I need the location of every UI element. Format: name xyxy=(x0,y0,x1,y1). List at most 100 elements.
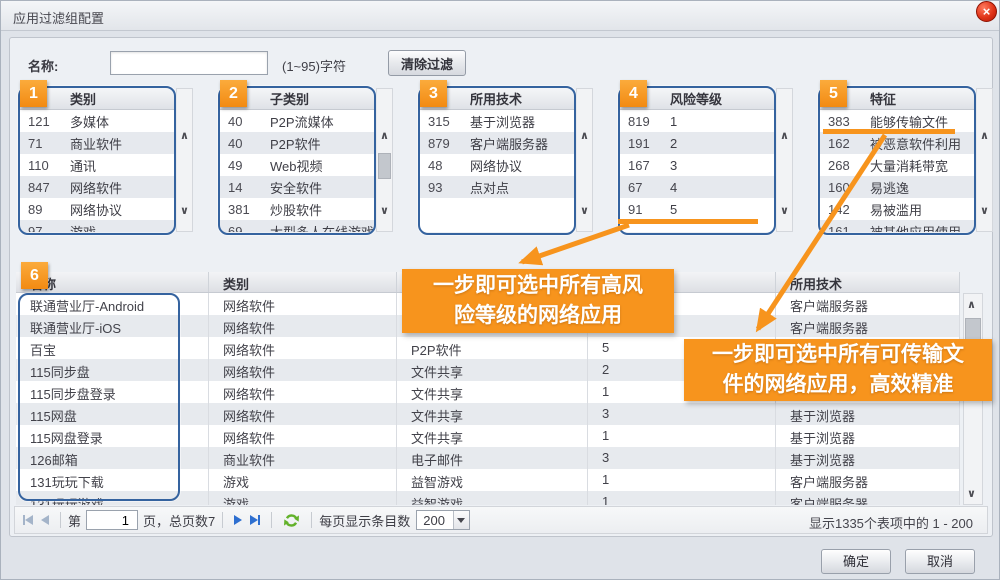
list-item[interactable]: 89网络协议 xyxy=(20,198,174,220)
cell: 多媒体 xyxy=(62,112,109,131)
page-number-input[interactable] xyxy=(86,510,138,530)
list-item[interactable]: 49Web视频 xyxy=(220,154,374,176)
subcategory-list: 子类别 40P2P流媒体40P2P软件49Web视频14安全软件381炒股软件6… xyxy=(220,88,374,232)
cell: 网络软件 xyxy=(209,293,397,315)
list-item[interactable]: 142易被滥用 xyxy=(820,198,974,220)
list-item[interactable]: 14安全软件 xyxy=(220,176,374,198)
cell: 91 xyxy=(620,202,662,217)
cell: P2P软件 xyxy=(397,337,588,359)
column-header-category[interactable]: 类别 xyxy=(209,272,397,292)
list-item[interactable]: 71商业软件 xyxy=(20,132,174,154)
title-bar: 应用过滤组配置 xyxy=(1,1,1000,31)
cell: 文件共享 xyxy=(397,425,588,447)
list-item[interactable]: 97游戏 xyxy=(20,220,174,232)
scroll-down-icon[interactable] xyxy=(977,204,992,217)
per-page-select[interactable]: 200 xyxy=(416,510,470,530)
table-row[interactable]: 131玩玩游戏游戏益智游戏1客户端服务器 xyxy=(16,491,960,505)
cancel-button[interactable]: 取消 xyxy=(905,549,975,574)
list-item[interactable]: 8191 xyxy=(620,110,774,132)
scroll-up-icon[interactable] xyxy=(577,129,592,142)
step-badge-1: 1 xyxy=(20,80,47,107)
cell: 基于浏览器 xyxy=(776,403,960,425)
cell: 1 xyxy=(662,114,677,129)
scroll-down-icon[interactable] xyxy=(777,204,792,217)
cell: 879 xyxy=(420,136,462,151)
cell: 1 xyxy=(588,425,776,447)
cell: 167 xyxy=(620,158,662,173)
list-item[interactable]: 93点对点 xyxy=(420,176,574,198)
scroll-down-icon[interactable] xyxy=(577,204,592,217)
list-item[interactable]: 268大量消耗带宽 xyxy=(820,154,974,176)
cell: 160 xyxy=(820,180,862,195)
scrollbar[interactable] xyxy=(776,88,793,232)
cell: 14 xyxy=(220,180,262,195)
table-row[interactable]: 126邮箱商业软件电子邮件3基于浏览器 xyxy=(16,447,960,469)
list-item[interactable]: 160易逃逸 xyxy=(820,176,974,198)
previous-page-icon[interactable] xyxy=(41,515,49,525)
list-item[interactable]: 110通讯 xyxy=(20,154,174,176)
cell: 点对点 xyxy=(462,178,509,197)
list-item[interactable]: 40P2P软件 xyxy=(220,132,374,154)
cell: P2P软件 xyxy=(262,134,321,153)
cell: 网络协议 xyxy=(462,156,522,175)
scrollbar[interactable] xyxy=(176,88,193,232)
cell: 游戏 xyxy=(209,469,397,491)
table-row[interactable]: 115网盘网络软件文件共享3基于浏览器 xyxy=(16,403,960,425)
clear-filter-button[interactable]: 清除过滤 xyxy=(388,50,466,76)
cell: 网络软件 xyxy=(209,337,397,359)
column-header-technology[interactable]: 所用技术 xyxy=(776,272,960,292)
list-item[interactable]: 879客户端服务器 xyxy=(420,132,574,154)
scroll-down-icon[interactable] xyxy=(177,204,192,217)
cell: 文件共享 xyxy=(397,381,588,403)
callout-text: 件的网络应用，高效精准 xyxy=(684,370,992,400)
scrollbar[interactable] xyxy=(976,88,993,232)
scroll-up-icon[interactable] xyxy=(177,129,192,142)
list-item[interactable]: 383能够传输文件 xyxy=(820,110,974,132)
cell: P2P流媒体 xyxy=(262,112,334,131)
list-item[interactable]: 69大型多人在线游戏 xyxy=(220,220,374,232)
ok-button[interactable]: 确定 xyxy=(821,549,891,574)
scroll-down-icon[interactable] xyxy=(964,487,979,500)
list-item[interactable]: 40P2P流媒体 xyxy=(220,110,374,132)
list-item[interactable]: 915 xyxy=(620,198,774,220)
close-icon[interactable] xyxy=(976,1,997,22)
list-item[interactable]: 1673 xyxy=(620,154,774,176)
list-item[interactable]: 162被恶意软件利用 xyxy=(820,132,974,154)
scroll-thumb[interactable] xyxy=(378,153,391,179)
list-item[interactable]: 315基于浏览器 xyxy=(420,110,574,132)
step-badge-5: 5 xyxy=(820,80,847,107)
name-input[interactable] xyxy=(110,51,268,75)
list-item[interactable]: 674 xyxy=(620,176,774,198)
cell: 被其他应用使用 xyxy=(862,222,961,233)
first-page-icon[interactable] xyxy=(23,515,33,525)
list-item[interactable]: 48网络协议 xyxy=(420,154,574,176)
list-item[interactable]: 161被其他应用使用 xyxy=(820,220,974,232)
table-row[interactable]: 131玩玩下载游戏益智游戏1客户端服务器 xyxy=(16,469,960,491)
scroll-up-icon[interactable] xyxy=(964,298,979,311)
cell: 基于浏览器 xyxy=(776,447,960,469)
scrollbar[interactable] xyxy=(376,88,393,232)
last-page-icon[interactable] xyxy=(250,515,260,525)
cell: 网络软件 xyxy=(209,381,397,403)
cell: 142 xyxy=(820,202,862,217)
scroll-up-icon[interactable] xyxy=(977,129,992,142)
chevron-down-icon[interactable] xyxy=(453,511,469,529)
list-item[interactable]: 847网络软件 xyxy=(20,176,174,198)
scroll-up-icon[interactable] xyxy=(777,129,792,142)
table-row[interactable]: 115网盘登录网络软件文件共享1基于浏览器 xyxy=(16,425,960,447)
scroll-up-icon[interactable] xyxy=(377,129,392,142)
next-page-icon[interactable] xyxy=(234,515,242,525)
list-item[interactable]: 381炒股软件 xyxy=(220,198,374,220)
callout-text: 一步即可选中所有可传输文 xyxy=(684,340,992,370)
list-item[interactable]: 121多媒体 xyxy=(20,110,174,132)
cell: 67 xyxy=(620,180,662,195)
cell: 131玩玩下载 xyxy=(16,469,209,491)
list-item[interactable]: 1912 xyxy=(620,132,774,154)
cell: 89 xyxy=(20,202,62,217)
scroll-down-icon[interactable] xyxy=(377,204,392,217)
scrollbar[interactable] xyxy=(576,88,593,232)
cell: 191 xyxy=(620,136,662,151)
refresh-icon[interactable] xyxy=(283,512,300,529)
cell: 游戏 xyxy=(209,491,397,505)
cell: 3 xyxy=(588,403,776,425)
